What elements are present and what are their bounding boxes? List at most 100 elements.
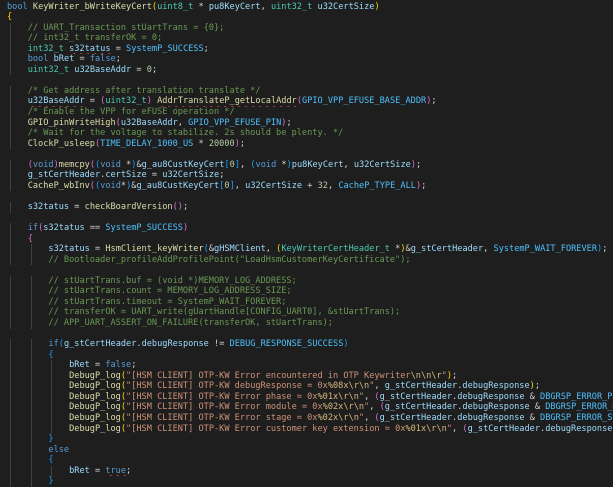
code-line[interactable]: s32tatus = checkBoardVersion(); <box>0 201 613 213</box>
indent-guide <box>10 423 11 435</box>
code-line[interactable]: bool KeyWriter_bWriteKeyCert(uint8_t * p… <box>0 2 613 13</box>
code-token: g_stCertHeader <box>384 402 458 413</box>
code-token: void <box>32 159 54 170</box>
code-line[interactable] <box>0 149 613 160</box>
code-line[interactable]: DebugP_log("[HSM CLIENT] OTP-KW debugRes… <box>0 381 613 392</box>
code-line[interactable]: // stUartTrans.timeout = SystemP_WAIT_FO… <box>0 296 613 308</box>
indent-guide <box>10 412 11 424</box>
code-token: KeyWriter_bWriteKeyCert <box>32 1 152 12</box>
code-line[interactable] <box>0 329 613 340</box>
code-token: u32CertSize <box>317 1 375 12</box>
indent-guide <box>30 296 32 308</box>
code-token: + <box>302 180 318 191</box>
indent-guide <box>30 318 32 329</box>
code-token: = <box>146 170 163 181</box>
code-line[interactable]: bool bRet = false; <box>0 54 613 65</box>
code-token: * <box>389 244 401 255</box>
code-token: void <box>255 159 277 170</box>
code-line[interactable]: if(g_stCertHeader.debugResponse != DEBUG… <box>0 339 613 350</box>
code-token: false <box>89 54 116 65</box>
code-line[interactable] <box>0 213 613 224</box>
code-line[interactable]: /* Get address after translation transla… <box>0 85 613 97</box>
code-line[interactable]: // stUartTrans.count = MEMORY_LOG_ADDRES… <box>0 286 613 297</box>
code-line[interactable]: if(s32tatus == SystemP_SUCCESS) <box>0 223 613 234</box>
code-line[interactable] <box>0 191 613 202</box>
code-line[interactable]: /* Wait for the voltage to stabilize. 2s… <box>0 128 613 139</box>
code-line[interactable]: /* Enable the VPP for eFUSE operation */ <box>0 107 613 118</box>
code-token: ; <box>431 96 437 107</box>
code-line[interactable]: // int32_t transferOK = 0; <box>0 33 613 44</box>
code-line[interactable]: // UART_Transaction stUartTrans = {0}; <box>0 22 613 34</box>
code-line[interactable]: u32BaseAddr = (uint32_t) AddrTranslateP_… <box>0 96 613 108</box>
code-token: * <box>120 159 132 170</box>
code-token: * <box>193 1 209 12</box>
code-line[interactable]: { <box>0 233 613 245</box>
code-line[interactable]: g_stCertHeader.certSize = u32CertSize; <box>0 170 613 181</box>
indent-guide <box>10 391 11 403</box>
code-token: bool <box>27 54 49 65</box>
code-line[interactable]: GPIO_pinWriteHigh(u32BaseAddr, GPIO_VPP_… <box>0 117 613 129</box>
code-token: // Bootloader_profileAddProfilePoint("Lo… <box>48 254 411 265</box>
code-line[interactable]: } <box>0 476 613 487</box>
indent-guide <box>51 370 53 382</box>
code-line[interactable]: // transferOK = UART_write(gUartHandle[C… <box>0 307 613 319</box>
code-line[interactable]: DebugP_log("[HSM CLIENT] OTP-KW Error en… <box>0 370 613 382</box>
code-line[interactable]: uint32_t u32BaseAddr = 0; <box>0 64 613 76</box>
code-token: = <box>74 54 90 65</box>
code-line[interactable] <box>0 265 613 276</box>
indent-guide <box>51 423 53 435</box>
indent-guide <box>10 180 11 192</box>
code-line[interactable]: (void)memcpy((void *)&g_au8CustKeyCert[0… <box>0 159 613 171</box>
indent-guide <box>10 275 11 287</box>
indent-guide <box>10 444 11 456</box>
code-token: , <box>483 244 494 255</box>
code-token: DBGRSP_ERROR_PHASE_MASK <box>540 391 613 402</box>
code-token: // stUartTrans.buf = (void *)MEMORY_LOG_… <box>48 275 297 286</box>
code-line[interactable]: // Bootloader_profileAddProfilePoint("Lo… <box>0 254 613 266</box>
code-token: , <box>177 117 189 128</box>
code-line[interactable]: else <box>0 444 613 456</box>
code-token: AddrTranslateP_getLocalAddr <box>157 96 297 107</box>
code-token: HsmClient_keyWriter <box>105 244 204 255</box>
code-line[interactable]: // APP_UART_ASSERT_ON_FAILURE(transferOK… <box>0 318 613 329</box>
code-token: memcpy <box>58 159 90 170</box>
code-token: if <box>48 339 59 350</box>
code-token: // UART_Transaction stUartTrans = {0}; <box>27 22 225 33</box>
code-token: , <box>364 391 375 402</box>
code-line[interactable]: DebugP_log("[HSM CLIENT] OTP-KW Error st… <box>0 412 613 424</box>
code-token: debugResponse <box>457 412 525 423</box>
code-line[interactable]: bRet = true; <box>0 465 613 477</box>
code-token: debugResponse <box>462 381 530 392</box>
code-line[interactable] <box>0 75 613 86</box>
indent-guide <box>10 233 11 245</box>
indent-guide <box>10 360 11 371</box>
code-line[interactable]: // stUartTrans.buf = (void *)MEMORY_LOG_… <box>0 275 613 287</box>
code-token: uint32_t <box>105 96 147 107</box>
code-token: } <box>48 434 54 445</box>
code-token: != <box>208 339 230 350</box>
code-line[interactable]: CacheP_wbInv((void*)&g_au8CustKeyCert[0]… <box>0 180 613 192</box>
code-line[interactable]: { <box>0 349 613 361</box>
code-line[interactable]: s32tatus = HsmClient_keyWriter(&gHSMClie… <box>0 244 613 255</box>
code-line[interactable]: { <box>0 455 613 466</box>
code-line[interactable]: DebugP_log("[HSM CLIENT] OTP-KW Error ph… <box>0 391 613 403</box>
code-line[interactable]: } <box>0 434 613 445</box>
code-line[interactable]: DebugP_log("[HSM CLIENT] OTP-KW Error mo… <box>0 402 613 413</box>
code-line[interactable]: DebugP_log("[HSM CLIENT] OTP-KW Error cu… <box>0 423 613 435</box>
code-line[interactable]: bRet = false; <box>0 360 613 371</box>
code-line[interactable]: ClockP_usleep(TIME_DELAY_1000_US * 20000… <box>0 138 613 150</box>
code-line[interactable]: { <box>0 12 613 23</box>
code-token: DebugP_log <box>69 381 121 392</box>
code-token: SystemP_SUCCESS <box>105 223 183 234</box>
code-token: certSize <box>105 170 147 181</box>
code-token: /* Wait for the voltage to stabilize. 2s… <box>27 128 344 139</box>
indent-guide <box>30 391 32 403</box>
code-line[interactable]: int32_t s32tatus = SystemP_SUCCESS; <box>0 43 613 55</box>
code-editor[interactable]: bool KeyWriter_bWriteKeyCert(uint8_t * p… <box>0 0 613 487</box>
